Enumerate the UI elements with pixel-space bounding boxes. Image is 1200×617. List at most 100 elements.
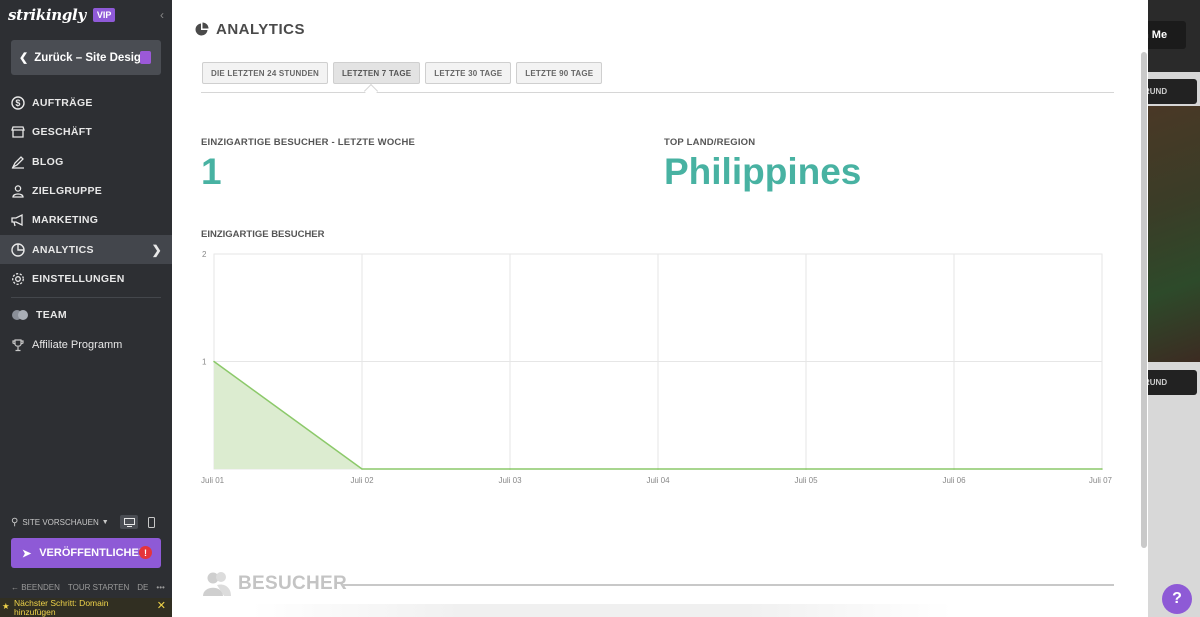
x-tick-label: Juli 07 [1089, 476, 1113, 485]
tab-24-hours[interactable]: DIE LETZTEN 24 STUNDEN [202, 62, 328, 84]
pen-icon [11, 155, 25, 169]
page-title: ANALYTICS [216, 21, 305, 38]
next-step-text: Nächster Schritt: Domain hinzufügen [14, 598, 109, 617]
preview-light-area [1146, 362, 1200, 617]
nav-label: Affiliate Programm [32, 338, 123, 351]
store-icon [11, 125, 25, 139]
more-options-icon[interactable]: ••• [156, 583, 164, 592]
help-button[interactable]: ? [1162, 584, 1192, 614]
vip-badge: VIP [92, 8, 116, 22]
gear-icon [11, 272, 25, 286]
visitors-heading: BESUCHER [238, 573, 348, 594]
desktop-preview-icon[interactable] [120, 515, 138, 529]
analytics-panel: ANALYTICS DIE LETZTEN 24 STUNDEN LETZTEN… [172, 0, 1148, 617]
dropdown-caret-icon: ▼ [101, 518, 109, 526]
svg-text:$: $ [15, 98, 20, 108]
megaphone-icon [11, 213, 25, 227]
nav-label: MARKETING [32, 213, 99, 226]
pie-chart-icon [11, 242, 25, 257]
nav-item-analytics[interactable]: ANALYTICS ❯ [0, 235, 172, 264]
exit-link[interactable]: ← BEENDEN [11, 583, 60, 592]
chart-title: EINZIGARTIGE BESUCHER [201, 229, 325, 240]
nav-item-affiliate[interactable]: Affiliate Programm [0, 330, 172, 359]
nav-label: TEAM [36, 308, 67, 321]
language-link[interactable]: DE [137, 583, 148, 592]
bottom-links: ← BEENDEN TOUR STARTEN DE ••• [11, 583, 165, 592]
logo-row: strikingly VIP [8, 6, 116, 24]
start-tour-link[interactable]: TOUR STARTEN [68, 583, 129, 592]
sidebar-divider [11, 297, 161, 298]
sidebar: strikingly VIP ‹ ❮ Zurück – Site Design … [0, 0, 172, 617]
nav-label: ZIELGRUPPE [32, 184, 103, 197]
top-country-label: TOP LAND/REGION [664, 137, 756, 148]
chevron-left-icon: ❮ [19, 52, 29, 64]
tab-30-days[interactable]: LETZTE 30 TAGE [425, 62, 512, 84]
nav-item-auftraege[interactable]: $ AUFTRÄGE [0, 88, 172, 117]
top-country-value: Philippines [664, 151, 862, 192]
publish-button[interactable]: ➤ VERÖFFENTLICHEN ! [11, 538, 161, 568]
site-design-icon [140, 51, 151, 64]
chevron-right-icon: ❯ [151, 242, 162, 257]
alert-icon: ! [139, 546, 152, 559]
unique-visitors-label: EINZIGARTIGE BESUCHER - LETZTE WOCHE [201, 137, 416, 148]
nav-item-marketing[interactable]: MARKETING [0, 205, 172, 234]
trophy-icon [11, 338, 25, 352]
chart-point [953, 468, 955, 470]
panel-scrollbar[interactable] [1141, 52, 1147, 548]
x-tick-label: Juli 03 [498, 476, 522, 485]
nav-item-zielgruppe[interactable]: ZIELGRUPPE [0, 176, 172, 205]
nav-label: EINSTELLUNGEN [32, 272, 125, 285]
x-tick-label: Juli 02 [350, 476, 374, 485]
pie-chart-icon [195, 22, 209, 36]
dollar-circle-icon: $ [11, 95, 25, 110]
nav-item-blog[interactable]: BLOG [0, 147, 172, 176]
rocket-icon: ➤ [22, 547, 32, 560]
chart-point [1101, 468, 1103, 470]
y-tick-label: 2 [202, 250, 207, 259]
x-tick-label: Juli 06 [942, 476, 966, 485]
collapse-sidebar-icon[interactable]: ‹ [160, 8, 164, 22]
nav-label: AUFTRÄGE [32, 96, 93, 109]
publish-label: VERÖFFENTLICHEN [39, 547, 147, 559]
mobile-preview-icon[interactable] [142, 515, 160, 529]
chart-point [657, 468, 659, 470]
chart-point [509, 468, 511, 470]
unique-visitors-value: 1 [201, 151, 222, 192]
people-icon [11, 184, 25, 198]
unique-visitors-chart: 1 2 Juli 01 Juli 02 Juli 03 Juli 04 Juli 05 Jul… [201, 250, 1113, 485]
nav-label: ANALYTICS [32, 243, 94, 256]
active-tab-indicator [363, 83, 379, 99]
people-icon [203, 572, 231, 596]
chart-point [361, 468, 363, 470]
nav-item-team[interactable]: TEAM [0, 300, 172, 329]
visitors-section-header: BESUCHER [202, 571, 347, 597]
x-tick-label: Juli 04 [646, 476, 670, 485]
team-avatars-icon [11, 308, 29, 322]
magnifier-icon: ⚲ [11, 516, 19, 528]
nav-item-einstellungen[interactable]: EINSTELLUNGEN [0, 264, 172, 293]
tab-7-days[interactable]: LETZTEN 7 TAGE [332, 62, 421, 84]
y-tick-label: 1 [202, 358, 207, 367]
site-preview-row: ⚲ SITE VORSCHAUEN ▼ [11, 514, 161, 530]
next-step-banner[interactable]: ★ Nächster Schritt: Domain hinzufügen ✕ [0, 598, 172, 617]
x-tick-label: Juli 05 [794, 476, 818, 485]
back-button-label: Zurück – Site Design [34, 51, 148, 64]
logo[interactable]: strikingly [8, 6, 86, 24]
close-icon[interactable]: ✕ [157, 601, 166, 612]
chart-point [213, 360, 215, 363]
nav-label: GESCHÄFT [32, 125, 93, 138]
tab-divider [201, 92, 1114, 93]
x-tick-label: Juli 01 [201, 476, 225, 485]
nav-item-geschaeft[interactable]: GESCHÄFT [0, 117, 172, 146]
loading-placeholder [252, 604, 952, 617]
back-to-site-design-button[interactable]: ❮ Zurück – Site Design [11, 40, 161, 75]
site-preview-dropdown[interactable]: SITE VORSCHAUEN [22, 518, 98, 527]
panel-header: ANALYTICS [194, 21, 305, 38]
tab-90-days[interactable]: LETZTE 90 TAGE [516, 62, 603, 84]
star-icon: ★ [2, 601, 10, 611]
section-divider [342, 584, 1114, 586]
preview-photo [1146, 106, 1200, 362]
chart-point [805, 468, 807, 470]
nav-label: BLOG [32, 155, 64, 168]
time-range-tabs: DIE LETZTEN 24 STUNDEN LETZTEN 7 TAGE LE… [202, 62, 603, 84]
